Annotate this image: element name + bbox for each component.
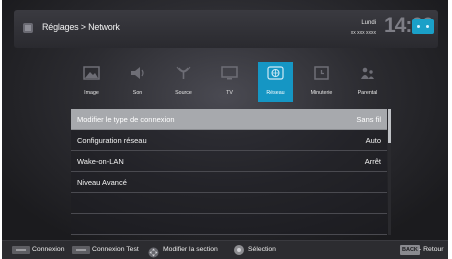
footer-modify-section: Modifier la section — [163, 246, 218, 253]
tab-label: Parental — [357, 90, 378, 96]
tab-label: Source — [175, 90, 192, 96]
picture-icon — [83, 66, 100, 80]
tab-parental[interactable]: Parental — [350, 62, 385, 102]
footer-bar: Connexion Connexion Test Modifier la sec… — [2, 240, 448, 259]
footer-back: - Retour — [419, 246, 444, 253]
header-bar: Réglages > Network Lundi xx xxx xxxx 14:… — [14, 10, 438, 48]
speaker-icon — [129, 66, 146, 80]
tab-source[interactable]: Source — [166, 62, 201, 102]
back-key-icon: BACK — [400, 245, 420, 255]
setting-label: Configuration réseau — [77, 136, 147, 145]
setting-row-connection-type[interactable]: Modifier le type de connexion Sans fil — [71, 109, 387, 130]
scroll-thumb[interactable] — [388, 109, 391, 143]
red-key-icon — [12, 246, 30, 254]
tab-reseau[interactable]: Réseau — [258, 62, 293, 102]
footer-connexion-test: Connexion Test — [92, 246, 139, 253]
tab-image[interactable]: Image — [74, 62, 109, 102]
status-badge — [412, 19, 434, 34]
timer-icon — [313, 66, 330, 80]
tab-label: TV — [226, 90, 233, 96]
setting-row-advanced[interactable]: Niveau Avancé — [71, 172, 387, 193]
green-key-icon — [72, 246, 90, 254]
setting-row-empty — [71, 193, 387, 214]
breadcrumb: Réglages > Network — [42, 22, 120, 32]
setting-value: Auto — [365, 136, 381, 145]
setting-value: Sans fil — [356, 115, 381, 124]
footer-connexion: Connexion — [32, 246, 65, 253]
tab-son[interactable]: Son — [120, 62, 155, 102]
setting-row-empty — [71, 214, 387, 235]
globe-icon — [267, 66, 284, 80]
settings-list: Modifier le type de connexion Sans fil C… — [71, 109, 391, 235]
settings-tabs: Image Son Source TV Réseau Minuterie Par… — [74, 62, 392, 104]
day-label: Lundi — [361, 20, 376, 26]
tab-label: Minuterie — [310, 90, 333, 96]
antenna-icon — [175, 66, 192, 80]
setting-row-network-config[interactable]: Configuration réseau Auto — [71, 130, 387, 151]
date-label: xx xxx xxxx — [350, 30, 376, 36]
settings-icon — [22, 22, 34, 34]
setting-label: Wake-on-LAN — [77, 157, 124, 166]
tab-tv[interactable]: TV — [212, 62, 247, 102]
tab-minuterie[interactable]: Minuterie — [304, 62, 339, 102]
tv-icon — [221, 66, 238, 80]
setting-row-wake-on-lan[interactable]: Wake-on-LAN Arrêt — [71, 151, 387, 172]
tab-label: Image — [84, 90, 99, 96]
tv-screen: Réglages > Network Lundi xx xxx xxxx 14:… — [2, 0, 448, 259]
parental-icon — [359, 66, 376, 80]
ok-button-icon — [234, 245, 244, 255]
tab-label: Son — [132, 90, 143, 96]
setting-label: Niveau Avancé — [77, 178, 127, 187]
setting-label: Modifier le type de connexion — [77, 115, 175, 124]
footer-selection: Sélection — [248, 246, 276, 253]
scrollbar[interactable] — [388, 109, 391, 235]
dpad-icon — [148, 245, 159, 258]
tab-label: Réseau — [266, 90, 285, 96]
setting-value: Arrêt — [364, 157, 381, 166]
